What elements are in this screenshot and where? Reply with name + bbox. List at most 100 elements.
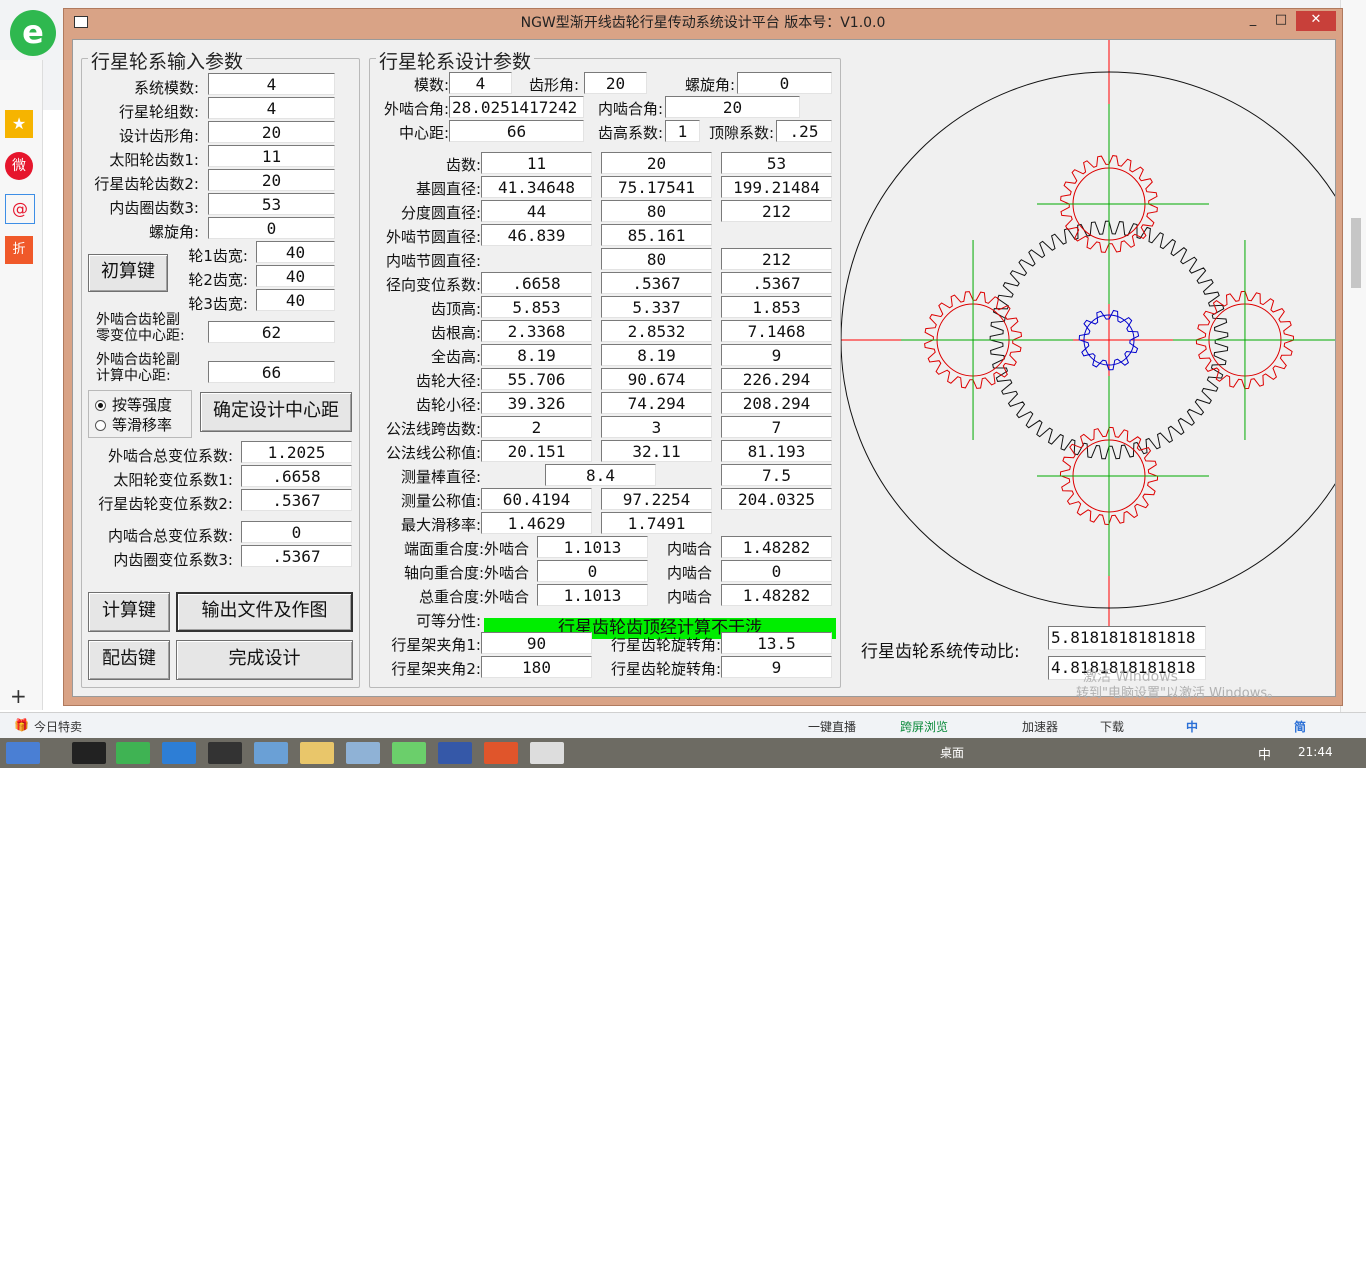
daily-deals-link[interactable]: 今日特卖	[34, 718, 82, 735]
zero-shift-label-2: 零变位中心距:	[96, 328, 185, 344]
transverse-ext-field: 1.1013	[537, 536, 648, 558]
start-icon[interactable]	[6, 742, 40, 764]
param-row-label: 基圆直径:	[415, 180, 481, 198]
helix-angle-input[interactable]: 0	[208, 217, 335, 239]
init-calc-button[interactable]: 初算键	[88, 254, 168, 292]
module-input[interactable]: 4	[208, 73, 335, 95]
favorites-star-icon[interactable]: ★	[5, 110, 33, 138]
zero-shift-center-input[interactable]: 62	[208, 321, 335, 343]
download-link[interactable]: 下载	[1100, 718, 1124, 735]
measure-field-1: 60.4194	[481, 488, 592, 510]
zero-shift-label-1: 外啮合齿轮副	[96, 312, 180, 328]
calc-button[interactable]: 计算键	[88, 592, 170, 632]
param-cell: 20	[601, 152, 712, 174]
radio-equal-strength[interactable]: 按等强度	[95, 394, 172, 415]
wechat-icon[interactable]	[392, 742, 426, 764]
param-cell: 74.294	[601, 392, 712, 414]
pin-dia-field-3: 7.5	[721, 464, 832, 486]
app-window: NGW型渐开线齿轮行星传动系统设计平台 版本号：V1.0.0 _ □ ✕ 行星轮…	[63, 8, 1343, 706]
ring-shift-input[interactable]: .5367	[241, 545, 352, 567]
taskbar-desktop[interactable]: 桌面	[940, 744, 964, 761]
maximize-button[interactable]: □	[1268, 11, 1294, 31]
param-cell: 3	[601, 416, 712, 438]
sun-shift-input[interactable]: .6658	[241, 465, 352, 487]
design-panel-title: 行星轮系设计参数	[376, 47, 535, 74]
param-cell: 7.1468	[721, 320, 832, 342]
cross-screen-link[interactable]: 跨屏浏览	[900, 718, 948, 735]
param-cell: 80	[601, 200, 712, 222]
param-cell: 46.839	[481, 224, 592, 246]
export-button[interactable]: 输出文件及作图	[176, 592, 353, 632]
param-cell: 81.193	[721, 440, 832, 462]
total-int-field: 1.48282	[721, 584, 832, 606]
discount-icon[interactable]: 折	[5, 236, 33, 264]
ratio-field-1: 5.8181818181818	[1048, 626, 1206, 650]
param-cell: 208.294	[721, 392, 832, 414]
total-contact-label: 总重合度:外啮合	[418, 588, 529, 606]
slip-field-1: 1.4629	[481, 512, 592, 534]
gear-drawing	[841, 40, 1335, 626]
radio-equal-slip[interactable]: 等滑移率	[95, 414, 172, 435]
folder-icon[interactable]	[300, 742, 334, 764]
finish-design-button[interactable]: 完成设计	[176, 640, 353, 680]
browser-task-icon[interactable]	[116, 742, 150, 764]
dp-int-mesh-angle-label: 内啮合角:	[597, 100, 663, 118]
app-c-icon[interactable]	[254, 742, 288, 764]
app-a-icon[interactable]	[72, 742, 106, 764]
param-cell: 8.19	[601, 344, 712, 366]
taskbar-clock[interactable]: 21:44	[1298, 745, 1333, 759]
measure-field-2: 97.2254	[601, 488, 712, 510]
ime-chinese[interactable]: 中	[1186, 718, 1198, 735]
int-total-shift-input[interactable]: 0	[241, 521, 352, 543]
param-cell: 41.34648	[481, 176, 592, 198]
app-m-icon[interactable]	[438, 742, 472, 764]
param-cell: 2	[481, 416, 592, 438]
planet-shift-input[interactable]: .5367	[241, 489, 352, 511]
browser-logo-icon[interactable]: e	[10, 10, 56, 56]
param-cell: 226.294	[721, 368, 832, 390]
taskbar-ime[interactable]: 中	[1258, 744, 1271, 763]
width2-input[interactable]: 40	[256, 265, 335, 287]
add-icon[interactable]: +	[10, 684, 27, 708]
app-window-task-icon[interactable]	[530, 742, 564, 764]
live-link[interactable]: 一键直播	[808, 718, 856, 735]
param-cell: 39.326	[481, 392, 592, 414]
param-cell: 53	[721, 152, 832, 174]
ime-simplified[interactable]: 简	[1294, 718, 1306, 735]
param-row-label: 径向变位系数:	[385, 276, 481, 294]
total-ext-field: 1.1013	[537, 584, 648, 606]
param-cell: .5367	[601, 272, 712, 294]
sun-teeth-input[interactable]: 11	[208, 145, 335, 167]
planet-teeth-input[interactable]: 20	[208, 169, 335, 191]
accelerator-link[interactable]: 加速器	[1022, 718, 1058, 735]
ext-total-shift-input[interactable]: 1.2025	[241, 441, 352, 463]
param-cell: 5.337	[601, 296, 712, 318]
param-cell: 44	[481, 200, 592, 222]
ring-shift-label: 内齿圈变位系数3:	[113, 551, 233, 569]
param-cell: .6658	[481, 272, 592, 294]
planet-count-input[interactable]: 4	[208, 97, 335, 119]
confirm-center-button[interactable]: 确定设计中心距	[200, 392, 352, 432]
width3-input[interactable]: 40	[256, 289, 335, 311]
calc-center-input[interactable]: 66	[208, 361, 335, 383]
browser-scrollbar[interactable]	[1340, 0, 1366, 712]
mail-icon[interactable]: @	[5, 194, 35, 224]
qq-icon[interactable]	[208, 742, 242, 764]
ratio-label: 行星齿轮系统传动比:	[861, 642, 1020, 662]
close-button[interactable]: ✕	[1296, 11, 1336, 31]
param-cell: 85.161	[601, 224, 712, 246]
carrier-angle-2-field: 180	[481, 656, 592, 678]
dp-ext-mesh-angle-field: 28.0251417242	[449, 96, 584, 118]
scrollbar-thumb[interactable]	[1351, 218, 1361, 288]
app-d-icon[interactable]	[484, 742, 518, 764]
match-teeth-button[interactable]: 配齿键	[88, 640, 170, 680]
pressure-angle-input[interactable]: 20	[208, 121, 335, 143]
minimize-button[interactable]: _	[1240, 11, 1266, 31]
width1-label: 轮1齿宽:	[188, 247, 248, 265]
weibo-icon[interactable]: 微	[5, 152, 33, 180]
ring-teeth-input[interactable]: 53	[208, 193, 335, 215]
app-b-icon[interactable]	[162, 742, 196, 764]
width1-input[interactable]: 40	[256, 241, 335, 263]
param-cell: 8.19	[481, 344, 592, 366]
calculator-icon[interactable]	[346, 742, 380, 764]
